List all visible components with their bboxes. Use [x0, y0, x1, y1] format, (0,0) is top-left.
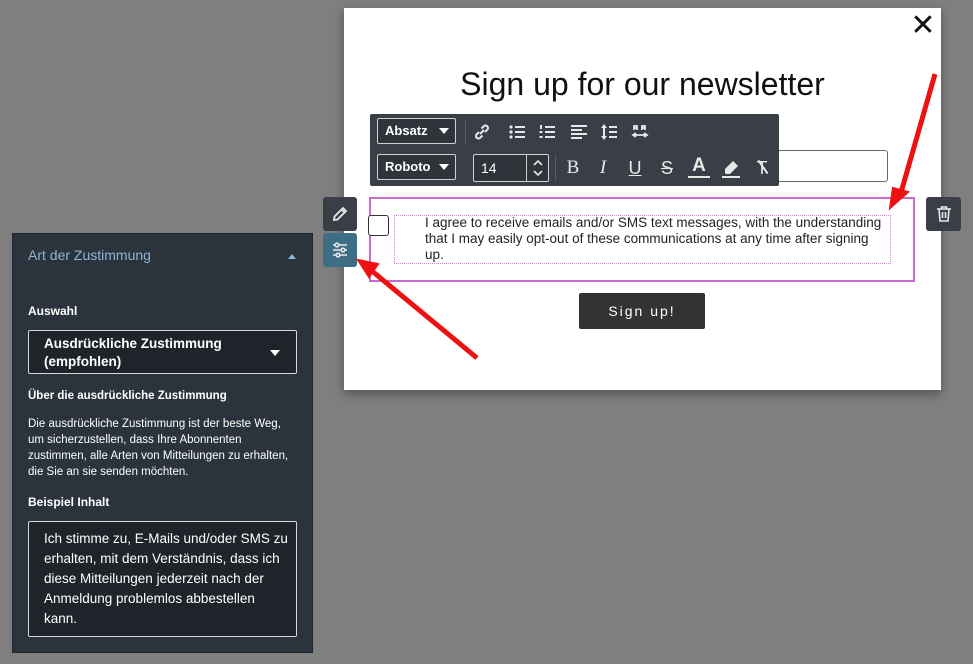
- text-format-toolbar: Absatz Roboto 14 B I U S A T: [370, 114, 779, 186]
- email-input[interactable]: [770, 150, 888, 182]
- font-size-input[interactable]: 14: [473, 154, 549, 182]
- about-text: Die ausdrückliche Zustimmung ist der bes…: [28, 418, 289, 478]
- trash-icon: [936, 206, 951, 222]
- link-icon[interactable]: [471, 121, 493, 143]
- italic-icon[interactable]: I: [592, 157, 614, 179]
- text-direction-icon[interactable]: [629, 121, 651, 143]
- toolbar-divider: [555, 156, 556, 180]
- chevron-down-icon: [439, 164, 449, 170]
- example-content-text: Ich stimme zu, E-Mails und/oder SMS zu e…: [44, 531, 288, 626]
- clear-format-label: T: [757, 157, 768, 179]
- toolbar-divider: [465, 120, 466, 144]
- highlight-icon[interactable]: [720, 157, 742, 179]
- pencil-icon: [332, 206, 348, 222]
- font-size-stepper[interactable]: [526, 155, 549, 181]
- consent-type-select[interactable]: Ausdrückliche Zustimmung (empfohlen): [28, 330, 297, 374]
- underline-icon[interactable]: U: [624, 157, 646, 179]
- bold-icon[interactable]: B: [562, 157, 584, 179]
- delete-button[interactable]: [926, 197, 961, 231]
- signup-button[interactable]: Sign up!: [579, 293, 705, 329]
- collapse-icon[interactable]: [288, 254, 296, 259]
- consent-text[interactable]: I agree to receive emails and/or SMS tex…: [425, 215, 885, 263]
- consent-type-value: Ausdrückliche Zustimmung (empfohlen): [44, 336, 222, 369]
- consent-checkbox[interactable]: [368, 215, 389, 236]
- example-content-textarea[interactable]: Ich stimme zu, E-Mails und/oder SMS zu e…: [28, 521, 297, 637]
- font-family-select[interactable]: Roboto: [377, 154, 456, 180]
- font-family-value: Roboto: [385, 159, 431, 174]
- close-icon[interactable]: ✕: [910, 11, 936, 41]
- edit-button[interactable]: [323, 197, 357, 231]
- panel-title[interactable]: Art der Zustimmung: [28, 247, 151, 263]
- numbered-list-icon[interactable]: [536, 121, 558, 143]
- strikethrough-icon[interactable]: S: [656, 157, 678, 179]
- modal-title: Sign up for our newsletter: [460, 66, 825, 102]
- about-title: Über die ausdrückliche Zustimmung: [28, 390, 227, 402]
- block-type-select[interactable]: Absatz: [377, 118, 456, 144]
- chevron-down-icon: [439, 128, 449, 134]
- block-type-value: Absatz: [385, 123, 428, 138]
- font-size-value: 14: [481, 160, 497, 176]
- selection-label: Auswahl: [28, 304, 78, 318]
- sliders-icon: [333, 242, 347, 258]
- chevron-down-icon: [270, 350, 280, 356]
- settings-button[interactable]: [323, 233, 357, 267]
- align-left-icon[interactable]: [568, 121, 590, 143]
- stepper-arrows-icon: [533, 159, 543, 177]
- example-label: Beispiel Inhalt: [28, 495, 110, 509]
- consent-settings-panel: Art der Zustimmung Auswahl Ausdrückliche…: [12, 233, 313, 653]
- text-color-icon[interactable]: A: [688, 156, 710, 178]
- clear-format-icon[interactable]: T: [751, 157, 773, 179]
- line-height-icon[interactable]: [598, 121, 620, 143]
- newsletter-modal: ✕ Sign up for our newsletter I agree to …: [344, 8, 941, 390]
- bullet-list-icon[interactable]: [506, 121, 528, 143]
- clear-format-slash: [757, 159, 768, 175]
